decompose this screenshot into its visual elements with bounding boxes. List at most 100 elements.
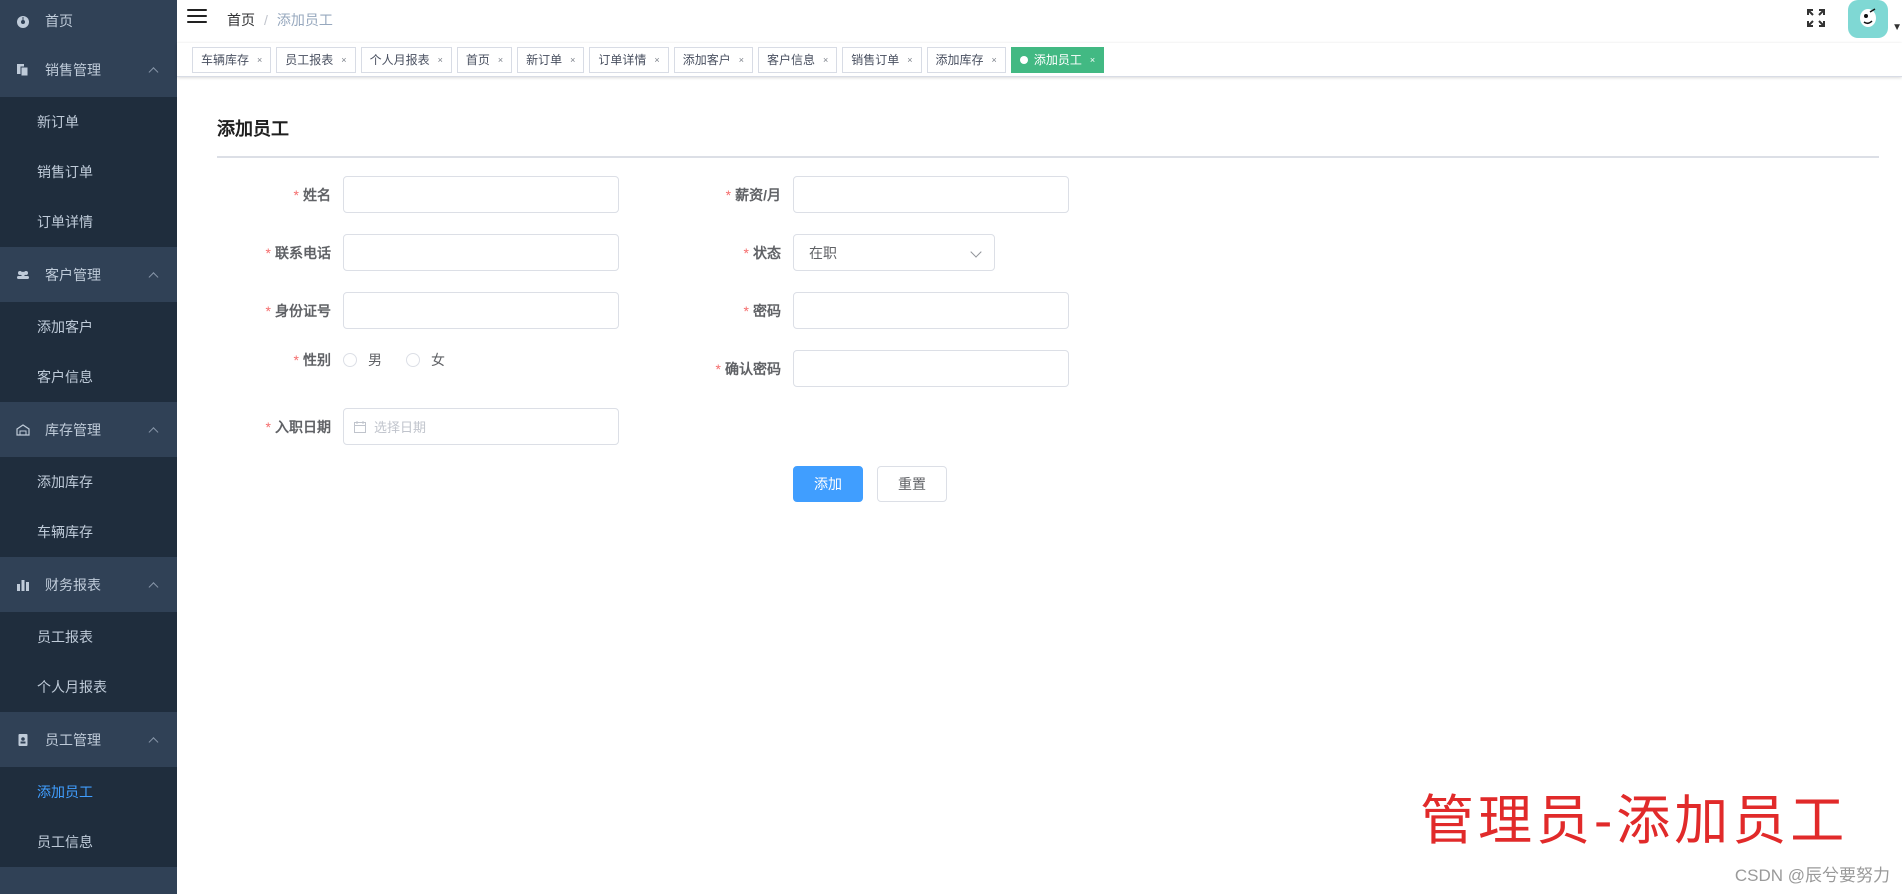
sidebar-item-sales-order[interactable]: 销售订单 [0,147,177,197]
main-content: 添加员工 * 姓名 * 联系电话 * 身份证号 * 性别 男 女 * 入职日期 选择日期 … [177,78,1902,894]
close-icon[interactable]: × [907,48,912,72]
close-icon[interactable]: × [341,48,346,72]
sidebar-group-inventory[interactable]: 库存管理 [0,402,177,457]
close-icon[interactable]: × [570,48,575,72]
sidebar-item-label: 客户信息 [37,369,93,385]
reset-button[interactable]: 重置 [877,466,947,502]
tab-tag-label: 订单详情 [598,53,647,67]
tab-tag[interactable]: 添加客户 × [673,47,753,73]
sidebar-item-order-detail[interactable]: 订单详情 [0,197,177,247]
chevron-up-icon [148,271,159,282]
hire-date-placeholder: 选择日期 [374,420,427,435]
sidebar-item-customer-info[interactable]: 客户信息 [0,352,177,402]
confirm-password-input[interactable] [793,350,1069,387]
tab-tag-label: 添加库存 [935,53,984,67]
close-icon[interactable]: × [257,48,262,72]
tab-tag[interactable]: 订单详情 × [589,47,669,73]
sidebar-item-label: 首页 [45,13,73,29]
form-item-hire-date: * 入职日期 选择日期 [217,408,619,445]
add-button[interactable]: 添加 [793,466,863,502]
tab-tag-label: 添加客户 [682,53,731,67]
sidebar-item-label: 添加员工 [37,784,93,800]
tab-tag-label: 客户信息 [766,53,815,67]
form-item-id-number: * 身份证号 [217,292,619,329]
salary-input[interactable] [793,176,1069,213]
form-item-salary: * 薪资/月 [667,176,1069,213]
tab-tag[interactable]: 员工报表 × [276,47,356,73]
tab-tag[interactable]: 销售订单 × [842,47,922,73]
navbar: 首页 / 添加员工 ▼ [177,0,1902,38]
form-item-password: * 密码 [667,292,1069,329]
gender-label: * 性别 [293,352,331,368]
breadcrumb: 首页 / 添加员工 [227,10,333,30]
tab-tag[interactable]: 车辆库存 × [192,47,272,73]
password-input[interactable] [793,292,1069,329]
close-icon[interactable]: × [739,48,744,72]
sidebar-item-label: 员工报表 [37,629,93,645]
sidebar-item-add-inventory[interactable]: 添加库存 [0,457,177,507]
bar-chart-icon [16,578,30,592]
sidebar-item-add-employee[interactable]: 添加员工 [0,767,177,817]
sidebar-item-monthly-report[interactable]: 个人月报表 [0,662,177,712]
password-label: * 密码 [743,302,781,319]
confirm-password-label: * 确认密码 [715,360,781,377]
sidebar-item-employee-report[interactable]: 员工报表 [0,612,177,662]
tab-tag[interactable]: 添加员工 × [1010,47,1105,73]
close-icon[interactable]: × [498,48,503,72]
tab-tag-label: 车辆库存 [201,53,250,67]
gender-male-radio[interactable]: 男 [343,350,382,370]
close-icon[interactable]: × [438,48,443,72]
sidebar-item-label: 销售订单 [37,164,93,180]
fullscreen-icon[interactable] [1806,8,1826,28]
radio-circle [343,353,357,367]
chevron-up-icon [148,426,159,437]
caret-down-icon[interactable]: ▼ [1892,22,1902,33]
gender-female-radio[interactable]: 女 [406,350,445,370]
phone-input[interactable] [343,234,619,271]
sidebar-item-new-order[interactable]: 新订单 [0,97,177,147]
csdn-credit: CSDN @辰兮要努力 [1734,866,1890,885]
tab-tag-label: 个人月报表 [369,53,430,67]
status-label: * 状态 [743,244,781,261]
warehouse-icon [16,423,30,437]
sidebar-group-sales[interactable]: 销售管理 [0,42,177,97]
close-icon[interactable]: × [823,48,828,72]
sidebar-group-label: 财务报表 [45,576,101,593]
hire-date-picker[interactable]: 选择日期 [343,408,619,445]
close-icon[interactable]: × [654,48,659,72]
chevron-up-icon [148,66,159,77]
sidebar-group-label: 销售管理 [45,61,101,78]
sidebar-group-label: 客户管理 [45,266,101,283]
name-input[interactable] [343,176,619,213]
sidebar-group-customers[interactable]: 客户管理 [0,247,177,302]
id-number-input[interactable] [343,292,619,329]
close-icon[interactable]: × [992,48,997,72]
tab-tag[interactable]: 添加库存 × [926,47,1006,73]
hamburger-menu-icon[interactable] [187,9,207,25]
status-select[interactable]: 在职 [793,234,995,271]
sidebar-group-finance[interactable]: 财务报表 [0,557,177,612]
active-dot-icon [1019,56,1028,64]
tab-tag-label: 销售订单 [851,53,900,67]
sidebar-item-vehicle-inventory[interactable]: 车辆库存 [0,507,177,557]
avatar[interactable] [1848,0,1888,38]
chevron-up-icon [148,736,159,747]
sidebar-item-label: 添加客户 [37,319,93,335]
sidebar-group-employees[interactable]: 员工管理 [0,712,177,767]
sidebar-item-home[interactable]: 首页 [0,0,177,42]
sidebar-item-employee-info[interactable]: 员工信息 [0,817,177,867]
phone-label: * 联系电话 [265,244,331,261]
tab-tag[interactable]: 新订单 × [517,47,585,73]
tab-tag-label: 首页 [465,53,490,67]
tab-tag[interactable]: 个人月报表 × [360,47,452,73]
tab-tag[interactable]: 客户信息 × [757,47,838,73]
dashboard-icon [16,14,30,28]
breadcrumb-home[interactable]: 首页 [227,10,255,30]
tab-tag[interactable]: 首页 × [456,47,513,73]
tab-tag-label: 添加员工 [1033,53,1082,67]
page-title: 添加员工 [217,119,289,139]
sidebar-item-add-customer[interactable]: 添加客户 [0,302,177,352]
sidebar: 首页 销售管理 新订单 销售订单 订单详情 客户管理 添加客户 客户信息 库存管… [0,0,177,894]
close-icon[interactable]: × [1090,48,1095,72]
watermark-text: 管理员-添加员工 [1420,789,1849,852]
